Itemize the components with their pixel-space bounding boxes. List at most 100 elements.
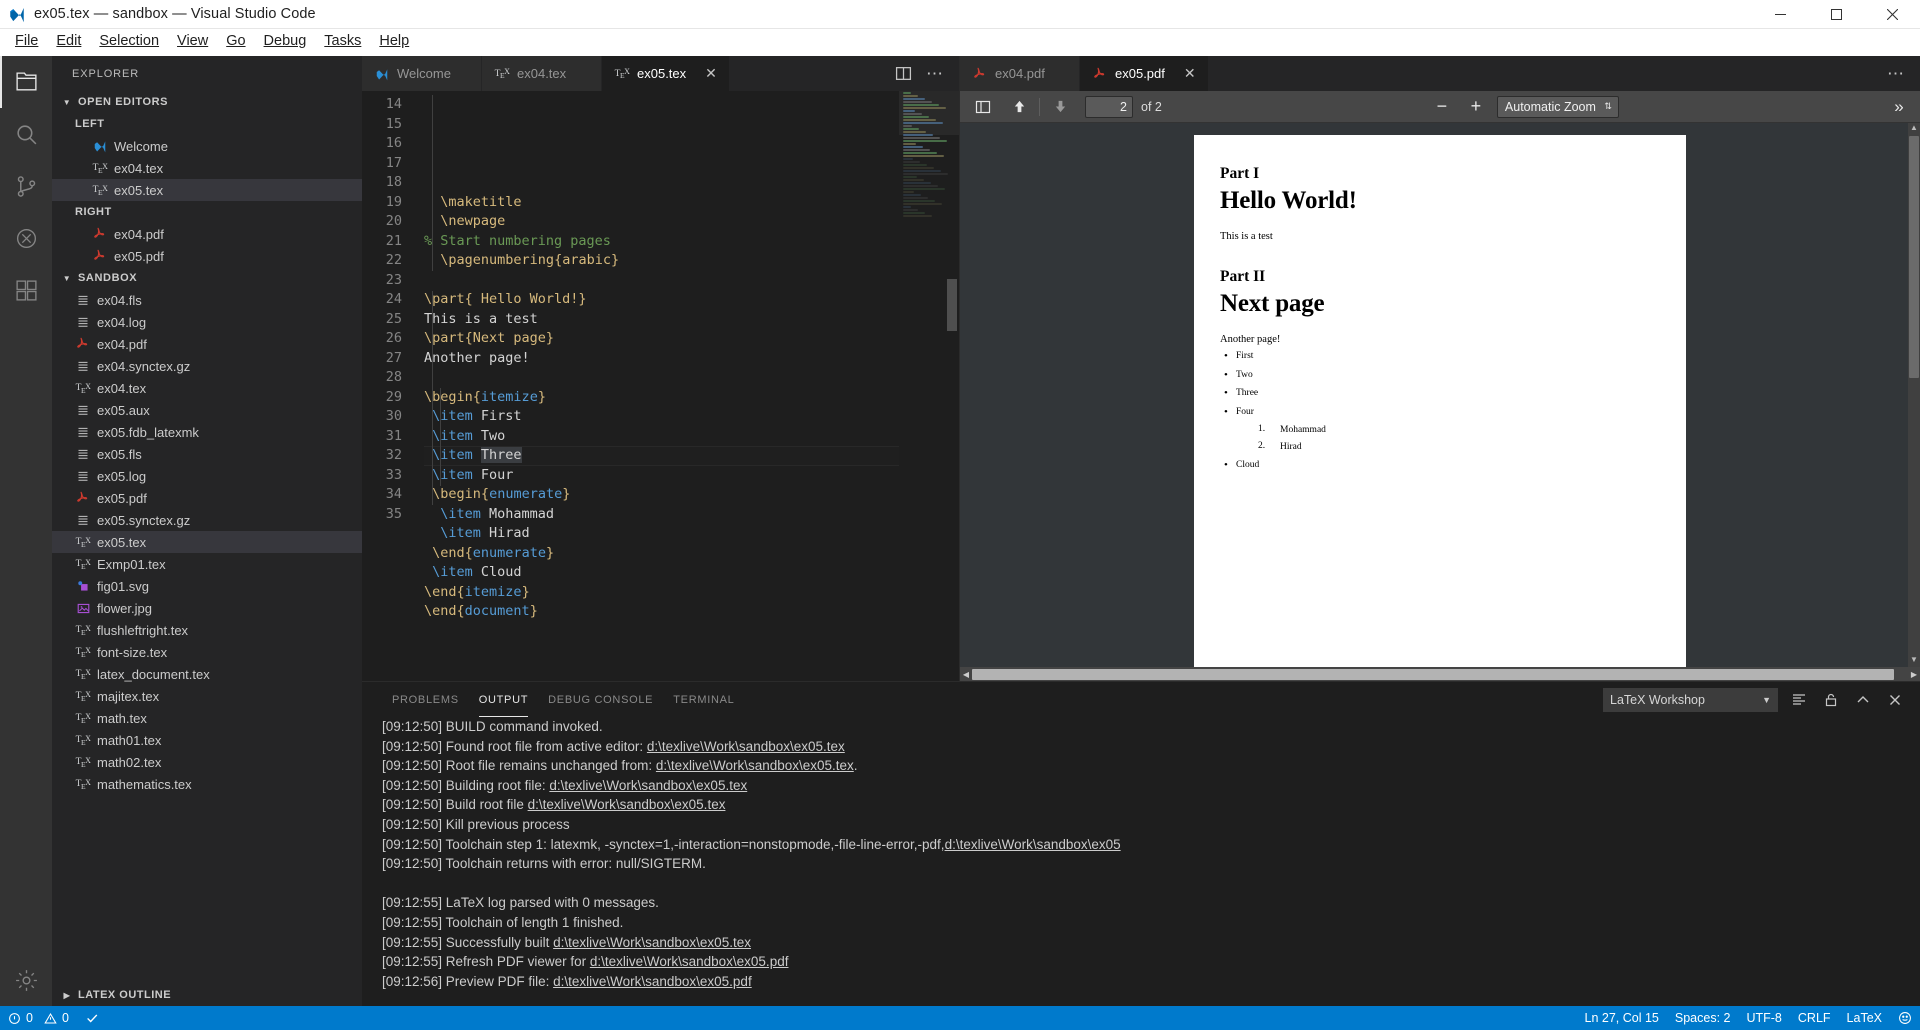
output-link[interactable]: d:\texlive\Work\sandbox\ex05 xyxy=(945,837,1121,852)
status-cursor-position[interactable]: Ln 27, Col 15 xyxy=(1577,1006,1667,1030)
file-item-ex04-fls[interactable]: ex04.fls xyxy=(52,289,362,311)
code-line-28[interactable]: \item Four xyxy=(424,466,959,486)
file-item-mathematics-tex[interactable]: T E X mathematics.tex xyxy=(52,773,362,795)
settings-gear-icon[interactable] xyxy=(0,954,52,1006)
editor-vertical-scrollbar[interactable] xyxy=(945,91,959,681)
code-line-22[interactable]: Another page! xyxy=(424,349,959,369)
minimize-button[interactable] xyxy=(1752,0,1808,29)
code-editor-ex05-tex[interactable]: 14 15 16 17 18 19 20 21 22 23 24 25 26 27 28 29 30 31 32 33… xyxy=(362,91,959,681)
tab-debug-console[interactable]: DEBUG CONSOLE xyxy=(538,682,663,717)
zoom-in-button[interactable]: + xyxy=(1461,94,1491,120)
more-actions-icon[interactable]: ⋯ xyxy=(1887,65,1904,82)
file-item-flower-jpg[interactable]: flower.jpg xyxy=(52,597,362,619)
status-indentation[interactable]: Spaces: 2 xyxy=(1667,1006,1739,1030)
code-line-21[interactable]: \part{Next page} xyxy=(424,329,959,349)
menu-help[interactable]: Help xyxy=(370,31,418,53)
open-editor-ex04-tex[interactable]: TEX ex04.tex xyxy=(52,157,362,179)
file-item-fig01-svg[interactable]: fig01.svg xyxy=(52,575,362,597)
file-item-flushleftright-tex[interactable]: T E X flushleftright.tex xyxy=(52,619,362,641)
status-build-check[interactable] xyxy=(77,1006,107,1030)
open-editor-ex05-tex[interactable]: TEX ex05.tex xyxy=(52,179,362,201)
tab-ex05-pdf[interactable]: ex05.pdf ✕ xyxy=(1080,56,1209,91)
tab-ex04-pdf[interactable]: ex04.pdf xyxy=(960,56,1080,91)
next-page-icon[interactable] xyxy=(1045,94,1075,120)
close-icon[interactable]: ✕ xyxy=(705,65,717,82)
output-link[interactable]: d:\texlive\Work\sandbox\ex05.tex xyxy=(549,778,747,793)
code-line-24[interactable]: \begin{itemize} xyxy=(424,388,959,408)
tab-terminal[interactable]: TERMINAL xyxy=(663,682,744,717)
file-item-ex05-fls[interactable]: ex05.fls xyxy=(52,443,362,465)
pdf-horizontal-scrollbar[interactable]: ◀ ▶ xyxy=(960,667,1920,681)
section-open-editors[interactable]: ▼ OPEN EDITORS xyxy=(52,91,362,113)
output-log[interactable]: [09:12:50] BUILD command invoked. [09:12:… xyxy=(362,717,1920,1006)
file-item-math01-tex[interactable]: T E X math01.tex xyxy=(52,729,362,751)
menu-file[interactable]: File xyxy=(6,31,47,53)
tab-welcome[interactable]: Welcome xyxy=(362,56,482,91)
pdf-viewer-canvas[interactable]: Part I Hello World! This is a test Part … xyxy=(960,123,1920,681)
status-language-mode[interactable]: LaTeX xyxy=(1839,1006,1890,1030)
file-item-latex-document-tex[interactable]: T E X latex_document.tex xyxy=(52,663,362,685)
file-item-ex04-log[interactable]: ex04.log xyxy=(52,311,362,333)
section-workspace-sandbox[interactable]: ▼ SANDBOX xyxy=(52,267,362,289)
code-line-34[interactable]: \end{itemize} xyxy=(424,583,959,603)
status-feedback[interactable] xyxy=(1890,1006,1920,1030)
file-item-majitex-tex[interactable]: T E X majitex.tex xyxy=(52,685,362,707)
status-encoding[interactable]: UTF-8 xyxy=(1738,1006,1789,1030)
tab-ex04-tex[interactable]: TEX ex04.tex xyxy=(482,56,602,91)
split-editor-icon[interactable] xyxy=(895,65,912,82)
code-line-14[interactable]: \maketitle xyxy=(424,193,959,213)
code-line-25[interactable]: \item First xyxy=(424,407,959,427)
previous-page-icon[interactable] xyxy=(1004,94,1034,120)
file-item-ex05-synctex-gz[interactable]: ex05.synctex.gz xyxy=(52,509,362,531)
output-link[interactable]: d:\texlive\Work\sandbox\ex05.pdf xyxy=(553,974,752,989)
code-line-32[interactable]: \end{enumerate} xyxy=(424,544,959,564)
close-button[interactable] xyxy=(1864,0,1920,29)
output-link[interactable]: d:\texlive\Work\sandbox\ex05.tex xyxy=(656,758,854,773)
file-item-ex04-pdf[interactable]: ex04.pdf xyxy=(52,333,362,355)
output-link[interactable]: d:\texlive\Work\sandbox\ex05.tex xyxy=(553,935,751,950)
code-line-20[interactable]: This is a test xyxy=(424,310,959,330)
code-line-33[interactable]: \item Cloud xyxy=(424,563,959,583)
output-link[interactable]: d:\texlive\Work\sandbox\ex05.pdf xyxy=(590,954,789,969)
file-item-math-tex[interactable]: T E X math.tex xyxy=(52,707,362,729)
file-item-ex05-fdb-latexmk[interactable]: ex05.fdb_latexmk xyxy=(52,421,362,443)
file-item-ex05-aux[interactable]: ex05.aux xyxy=(52,399,362,421)
tab-output[interactable]: OUTPUT xyxy=(469,682,538,717)
extensions-icon[interactable] xyxy=(0,264,52,316)
scroll-up-arrow-icon[interactable]: ▲ xyxy=(1908,123,1920,135)
open-editor-ex05-pdf[interactable]: ex05.pdf xyxy=(52,245,362,267)
status-eol[interactable]: CRLF xyxy=(1790,1006,1839,1030)
scroll-right-arrow-icon[interactable]: ▶ xyxy=(1908,670,1920,679)
search-icon[interactable] xyxy=(0,108,52,160)
code-line-19[interactable]: \part{ Hello World!} xyxy=(424,290,959,310)
maximize-panel-icon[interactable] xyxy=(1852,689,1874,711)
code-line-27[interactable]: \item Three xyxy=(424,446,959,466)
source-control-icon[interactable] xyxy=(0,160,52,212)
menu-tasks[interactable]: Tasks xyxy=(315,31,370,53)
explorer-icon[interactable] xyxy=(0,56,52,108)
close-icon[interactable]: ✕ xyxy=(1184,65,1196,82)
zoom-out-button[interactable]: − xyxy=(1427,94,1457,120)
code-line-18[interactable] xyxy=(424,271,959,291)
open-editor-welcome[interactable]: Welcome xyxy=(52,135,362,157)
close-panel-icon[interactable] xyxy=(1884,689,1906,711)
output-channel-select[interactable]: LaTeX Workshop ▼ xyxy=(1603,687,1778,712)
clear-output-icon[interactable] xyxy=(1788,689,1810,711)
menu-go[interactable]: Go xyxy=(217,31,254,53)
code-line-16[interactable]: % Start numbering pages xyxy=(424,232,959,252)
tab-problems[interactable]: PROBLEMS xyxy=(382,682,469,717)
section-latex-outline[interactable]: ▶ LATEX OUTLINE xyxy=(52,984,362,1006)
more-actions-icon[interactable]: ⋯ xyxy=(926,65,943,82)
zoom-level-select[interactable]: Automatic Zoom ⇅ xyxy=(1496,95,1619,118)
code-content[interactable]: \maketitle \newpage % Start numbering pag… xyxy=(424,91,959,681)
menu-debug[interactable]: Debug xyxy=(255,31,316,53)
maximize-button[interactable] xyxy=(1808,0,1864,29)
menu-edit[interactable]: Edit xyxy=(47,31,90,53)
status-problems[interactable]: 0 0 xyxy=(0,1006,77,1030)
menu-selection[interactable]: Selection xyxy=(90,31,168,53)
code-line-29[interactable]: \begin{enumerate} xyxy=(424,485,959,505)
page-number-input[interactable] xyxy=(1085,95,1133,118)
open-editor-ex04-pdf[interactable]: ex04.pdf xyxy=(52,223,362,245)
pdf-vertical-scrollbar[interactable]: ▲ ▼ xyxy=(1908,123,1920,667)
file-item-math02-tex[interactable]: T E X math02.tex xyxy=(52,751,362,773)
